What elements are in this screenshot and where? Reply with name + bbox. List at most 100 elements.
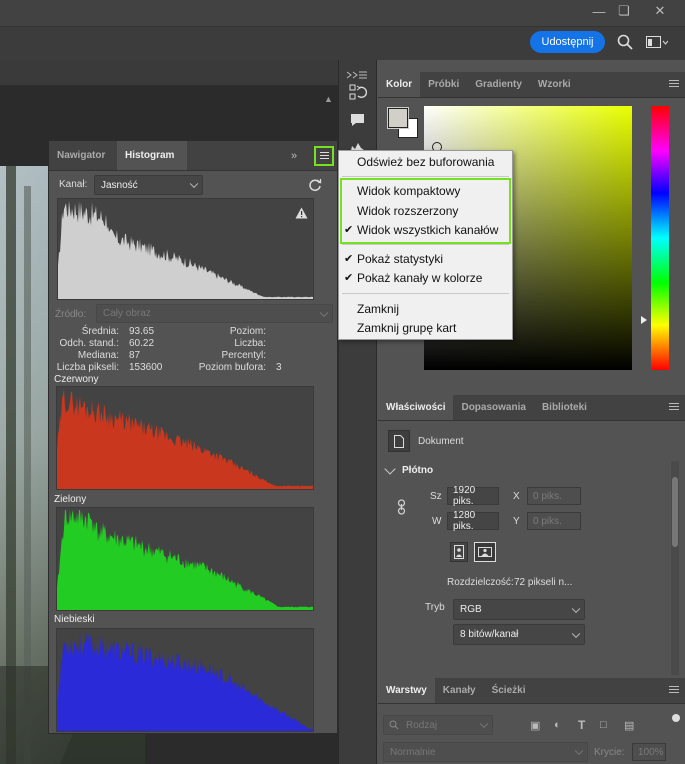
history-icon[interactable] bbox=[349, 84, 367, 102]
foreground-color-swatch[interactable] bbox=[387, 107, 409, 129]
properties-panel: Właściwości Dopasowania Biblioteki Dokum… bbox=[378, 395, 685, 675]
filter-adjustment-icon[interactable]: ◐ bbox=[554, 719, 561, 731]
histogram-panel-menu-icon[interactable] bbox=[311, 141, 337, 170]
red-histogram-graph bbox=[57, 389, 313, 489]
stddev-value: 60.22 bbox=[129, 338, 155, 349]
layer-filter-value: Rodzaj bbox=[406, 719, 438, 731]
source-select: Cały obraz bbox=[96, 304, 333, 323]
y-label: Y bbox=[513, 516, 520, 527]
document-label: Dokument bbox=[418, 436, 464, 447]
tab-gradients[interactable]: Gradienty bbox=[467, 72, 530, 97]
panel-expand-icon[interactable]: » bbox=[291, 141, 311, 170]
menu-item-close[interactable]: Zamknij bbox=[357, 300, 399, 318]
filter-type-icon[interactable]: T bbox=[578, 718, 585, 732]
tab-patterns[interactable]: Wzorki bbox=[530, 72, 579, 97]
cache-level-label: Poziom bufora: bbox=[198, 362, 266, 373]
search-icon[interactable] bbox=[617, 34, 633, 50]
x-label: X bbox=[513, 491, 520, 502]
color-panel-menu-icon[interactable] bbox=[669, 80, 679, 89]
menu-separator bbox=[342, 176, 509, 177]
layers-panel: Warstwy Kanały Ścieżki Rodzaj ▣ ◐ T □ ▤ … bbox=[378, 678, 685, 764]
refresh-icon[interactable] bbox=[308, 178, 322, 192]
blue-channel-label: Niebieski bbox=[54, 614, 95, 625]
close-icon[interactable]: ✕ bbox=[643, 0, 677, 22]
tab-layers[interactable]: Warstwy bbox=[378, 678, 435, 703]
filter-pixel-icon[interactable]: ▣ bbox=[530, 719, 540, 732]
layers-panel-tabs: Warstwy Kanały Ścieżki bbox=[378, 678, 685, 704]
blend-mode-value: Normalnie bbox=[390, 746, 436, 758]
menu-item-show-statistics[interactable]: Pokaż statystyki bbox=[357, 250, 443, 268]
y-input: 0 piks. bbox=[527, 512, 581, 530]
cache-level-value: 3 bbox=[276, 362, 282, 373]
warning-icon[interactable] bbox=[295, 207, 308, 219]
mean-value: 93.65 bbox=[129, 326, 155, 337]
landscape-icon[interactable] bbox=[474, 542, 496, 562]
layers-panel-menu-icon[interactable] bbox=[669, 686, 679, 695]
portrait-icon[interactable] bbox=[450, 542, 468, 562]
opacity-label: Krycie: bbox=[594, 747, 625, 758]
mode-label: Tryb bbox=[425, 602, 445, 613]
workspace-icon[interactable] bbox=[646, 36, 668, 49]
blend-mode-select[interactable]: Normalnie bbox=[383, 742, 588, 762]
green-histogram bbox=[56, 507, 314, 611]
tab-properties[interactable]: Właściwości bbox=[378, 395, 454, 420]
mean-label: Średnia: bbox=[81, 326, 119, 337]
luminosity-histogram-graph bbox=[58, 201, 313, 299]
title-bar: — ❏ ✕ bbox=[0, 0, 685, 26]
median-label: Mediana: bbox=[77, 350, 119, 361]
layer-filter-select[interactable]: Rodzaj bbox=[383, 715, 493, 735]
histogram-fill bbox=[58, 201, 313, 299]
tab-adjustments[interactable]: Dopasowania bbox=[453, 395, 533, 420]
blue-histogram-graph bbox=[57, 631, 313, 731]
width-label: Sz bbox=[430, 491, 442, 502]
bit-depth-select-value: 8 bitów/kanał bbox=[460, 629, 519, 640]
source-label: Źródło: bbox=[55, 309, 87, 320]
tab-paths[interactable]: Ścieżki bbox=[484, 678, 534, 703]
filter-shape-icon[interactable]: □ bbox=[600, 719, 607, 731]
checkmark-icon: ✔ bbox=[344, 272, 354, 284]
hue-slider-handle[interactable] bbox=[641, 316, 647, 324]
tab-color[interactable]: Kolor bbox=[378, 72, 421, 97]
opacity-input[interactable]: 100% bbox=[632, 743, 666, 761]
chevron-down-icon[interactable] bbox=[384, 463, 396, 475]
checkmark-icon: ✔ bbox=[344, 253, 354, 265]
color-panel-tabs: Kolor Próbki Gradienty Wzorki bbox=[378, 72, 685, 98]
menu-separator bbox=[342, 293, 509, 294]
filter-toggle[interactable] bbox=[672, 714, 680, 722]
tab-swatches[interactable]: Próbki bbox=[420, 72, 467, 97]
width-input[interactable]: 1920 piks. bbox=[447, 485, 499, 507]
tab-histogram[interactable]: Histogram bbox=[117, 141, 187, 170]
tab-navigator[interactable]: Nawigator bbox=[49, 141, 117, 170]
hue-slider[interactable] bbox=[651, 106, 669, 370]
comments-icon[interactable] bbox=[349, 112, 367, 128]
properties-panel-menu-icon[interactable] bbox=[669, 403, 679, 412]
tab-libraries[interactable]: Biblioteki bbox=[534, 395, 595, 420]
properties-scrollbar-thumb[interactable] bbox=[672, 477, 678, 547]
document-tab-strip bbox=[0, 60, 338, 86]
bit-depth-select[interactable]: 8 bitów/kanał bbox=[453, 624, 585, 645]
blue-histogram bbox=[56, 628, 314, 732]
luminosity-histogram bbox=[57, 198, 314, 300]
restore-icon[interactable]: ❏ bbox=[607, 0, 641, 22]
green-histogram-graph bbox=[57, 510, 313, 610]
tab-channels[interactable]: Kanały bbox=[435, 678, 484, 703]
mode-select[interactable]: RGB bbox=[453, 599, 585, 620]
scroll-up-arrow[interactable]: ▲ bbox=[324, 94, 333, 104]
height-label: W bbox=[432, 516, 442, 527]
histogram-panel-tabs: Nawigator Histogram » bbox=[49, 141, 337, 171]
histogram-fill bbox=[57, 510, 313, 610]
view-options-highlight bbox=[340, 178, 511, 244]
histogram-fill bbox=[57, 631, 313, 731]
link-icon[interactable] bbox=[397, 499, 407, 515]
level-label: Poziom: bbox=[229, 326, 266, 337]
height-input[interactable]: 1280 piks. bbox=[447, 510, 499, 532]
filter-smart-object-icon[interactable]: ▤ bbox=[624, 719, 634, 732]
channel-select[interactable]: Jasność bbox=[94, 175, 203, 195]
canvas-section-title: Płótno bbox=[402, 465, 434, 476]
share-button[interactable]: Udostępnij bbox=[530, 31, 605, 53]
menu-item-close-tab-group[interactable]: Zamknij grupę kart bbox=[357, 319, 456, 337]
properties-scrollbar[interactable] bbox=[671, 461, 679, 675]
panel-collapse-icon[interactable] bbox=[345, 71, 369, 79]
menu-item-refresh-uncached[interactable]: Odśwież bez buforowania bbox=[357, 153, 494, 171]
menu-item-show-channels-in-color[interactable]: Pokaż kanały w kolorze bbox=[357, 269, 482, 287]
